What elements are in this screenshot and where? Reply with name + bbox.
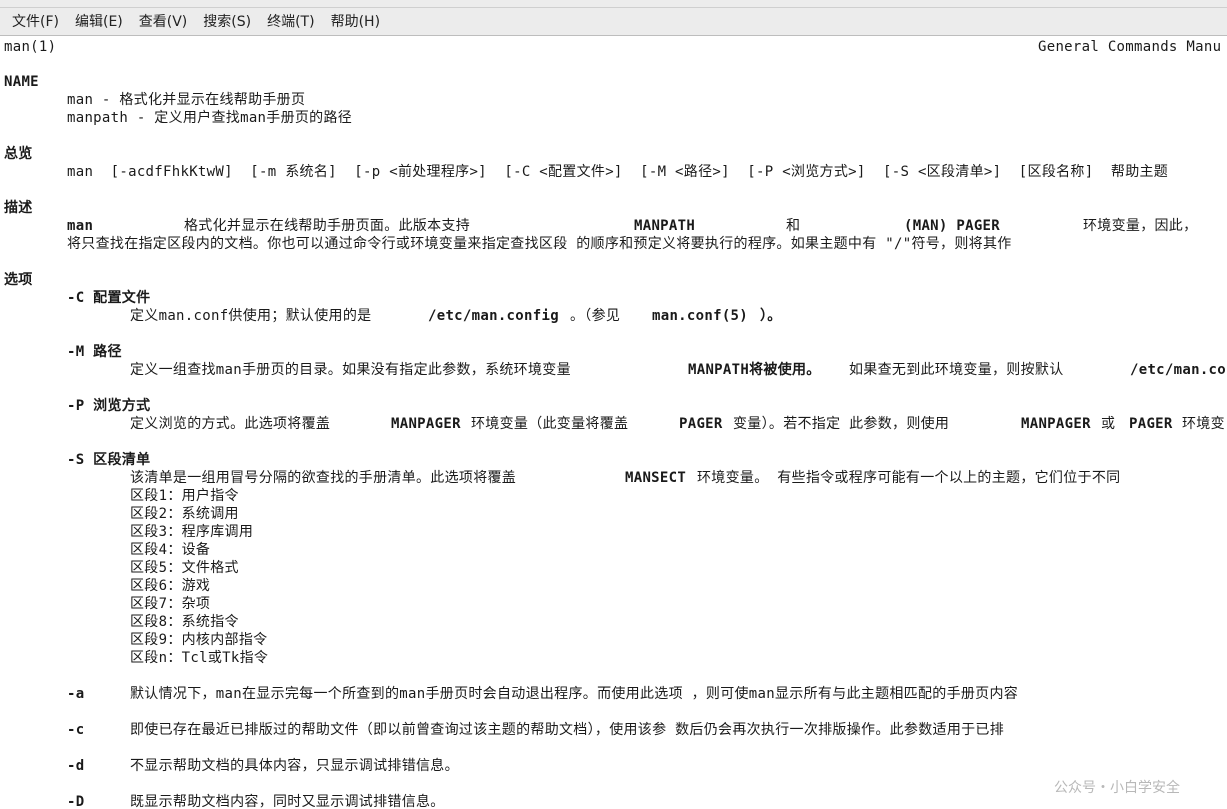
option-d-text: 不显示帮助文档的具体内容，只显示调试排错信息。	[130, 758, 459, 774]
option-c-flag: -c	[67, 722, 85, 738]
option-C-text-1: 定义man.conf供使用；默认使用的是	[130, 308, 372, 324]
section-title-options: 选项	[4, 272, 33, 288]
section-list-item: 区段3：程序库调用	[130, 524, 254, 540]
option-P-text-2: 环境变量（此变量将覆盖	[471, 416, 629, 432]
section-title-name: NAME	[4, 74, 39, 90]
menu-bar: 文件(F) 编辑(E) 查看(V) 搜索(S) 终端(T) 帮助(H)	[0, 8, 1227, 36]
section-list-item: 区段9：内核内部指令	[130, 632, 268, 648]
option-P-text-3: 变量）。若不指定 此参数，则使用	[733, 416, 950, 432]
section-list-item: 区段7：杂项	[130, 596, 211, 612]
menu-file[interactable]: 文件(F)	[4, 9, 67, 35]
man-header-left: man(1)	[4, 39, 57, 55]
section-list-item: 区段1：用户指令	[130, 488, 239, 504]
option-c-text: 即使已存在最近已排版过的帮助文件（即以前曾查询过该主题的帮助文档），使用该参 数…	[130, 722, 1005, 738]
section-list-item: 区段8：系统指令	[130, 614, 239, 630]
option-M-flag: -M 路径	[67, 344, 122, 360]
option-M-text-2: 如果查无到此环境变量，则按默认	[849, 362, 1064, 378]
section-list-item: 区段2：系统调用	[130, 506, 239, 522]
option-C-text-3: ）。	[760, 308, 782, 324]
option-P-or: 或	[1101, 416, 1116, 432]
option-S-text-2: 环境变量。 有些指令或程序可能有一个以上的主题，它们位于不同	[697, 470, 1121, 486]
section-list-item: 区段n：Tcl或Tk指令	[130, 650, 269, 666]
man-header-right: General Commands Manu	[1038, 39, 1222, 55]
option-P-text-1: 定义浏览的方式。此选项将覆盖	[130, 416, 331, 432]
option-D-flag: -D	[67, 794, 85, 809]
option-d-flag: -d	[67, 758, 85, 774]
menu-help[interactable]: 帮助(H)	[323, 9, 388, 35]
window-top-edge	[0, 0, 1227, 8]
desc-and: 和	[786, 218, 801, 234]
option-P-manpager: MANPAGER	[391, 416, 461, 432]
section-list-item: 区段5：文件格式	[130, 560, 239, 576]
option-C-flag: -C 配置文件	[67, 290, 151, 306]
watermark: 公众号・小白学安全	[1054, 780, 1180, 796]
option-P-pager: PAGER	[679, 416, 723, 432]
option-S-text-1: 该清单是一组用冒号分隔的欲查找的手册清单。此选项将覆盖	[130, 470, 517, 486]
menu-view[interactable]: 查看(V)	[131, 9, 196, 35]
name-line-2: manpath - 定义用户查找man手册页的路径	[67, 110, 353, 126]
option-C-ref: man.conf(5)	[652, 308, 749, 324]
section-list-item: 区段6：游戏	[130, 578, 211, 594]
option-a-text: 默认情况下，man在显示完每一个所查到的man手册页时会自动退出程序。而使用此选…	[130, 686, 1019, 702]
option-M-text-1: 定义一组查找man手册页的目录。如果没有指定此参数，系统环境变量	[130, 362, 571, 378]
menu-terminal[interactable]: 终端(T)	[259, 9, 322, 35]
section-title-description: 描述	[4, 200, 33, 216]
desc-pager: (MAN) PAGER	[904, 218, 1001, 234]
desc-line-2: 将只查找在指定区段内的文档。你也可以通过命令行或环境变量来指定查找区段 的顺序和…	[67, 236, 1012, 252]
desc-manpath: MANPATH	[634, 218, 696, 234]
option-C-text-2: 。（参见	[570, 308, 621, 324]
option-D-text: 既显示帮助文档内容，同时又显示调试排错信息。	[130, 794, 445, 809]
synopsis-line: man [-acdfFhkKtwW] [-m 系统名] [-p <前处理程序>]…	[67, 164, 1169, 180]
desc-line1-a: 格式化并显示在线帮助手册页面。此版本支持	[184, 218, 470, 234]
option-P-flag: -P 浏览方式	[67, 398, 151, 414]
desc-line1-b: 环境变量，因此，	[1083, 218, 1198, 234]
section-title-synopsis: 总览	[4, 146, 33, 162]
desc-man: man	[67, 218, 94, 234]
name-line-1: man - 格式化并显示在线帮助手册页	[67, 92, 306, 108]
option-a-flag: -a	[67, 686, 85, 702]
option-M-bold: MANPATH将被使用。	[688, 362, 821, 378]
menu-search[interactable]: 搜索(S)	[195, 9, 259, 35]
option-M-path: /etc/man.co	[1130, 362, 1227, 378]
option-S-flag: -S 区段清单	[67, 452, 151, 468]
option-P-manpager-2: MANPAGER	[1021, 416, 1091, 432]
option-C-path: /etc/man.config	[428, 308, 559, 324]
menu-edit[interactable]: 编辑(E)	[67, 9, 131, 35]
option-P-pager-2: PAGER	[1129, 416, 1173, 432]
section-list-item: 区段4：设备	[130, 542, 211, 558]
option-P-text-4: 环境变	[1182, 416, 1225, 432]
option-S-mansect: MANSECT	[625, 470, 687, 486]
terminal-output[interactable]: man(1) General Commands Manu NAME man - …	[0, 37, 1227, 809]
